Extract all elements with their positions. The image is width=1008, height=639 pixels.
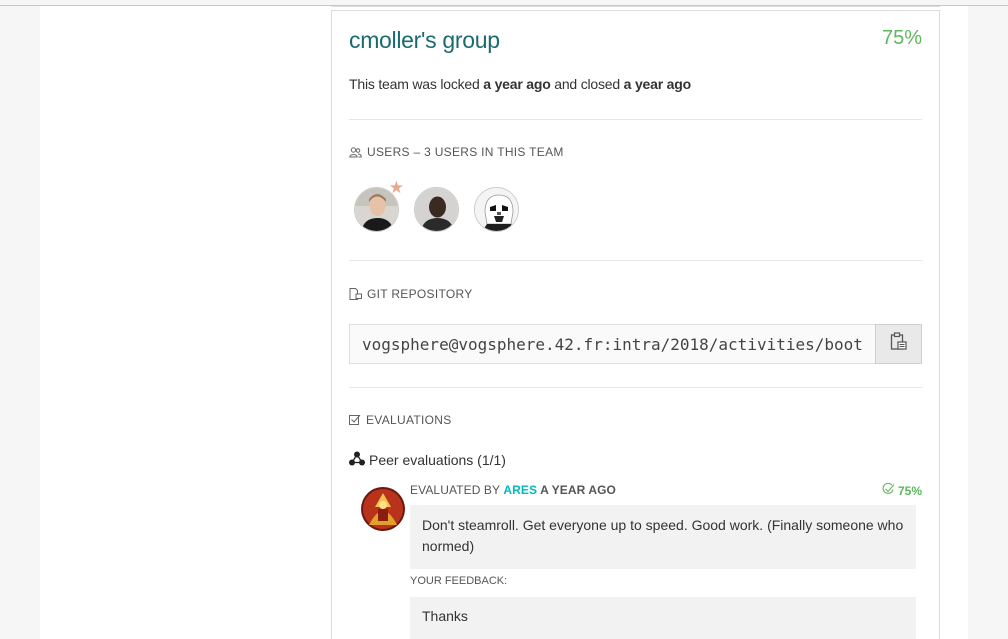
document-icon: [349, 288, 362, 300]
evaluation-meta: EVALUATED BY ARES A YEAR AGO: [410, 483, 616, 497]
card-top-border: [331, 6, 940, 7]
avatar[interactable]: [474, 187, 519, 232]
users-section-label: USERS – 3 USERS IN THIS TEAM: [349, 145, 564, 159]
team-card: cmoller's group 75% This team was locked…: [331, 10, 940, 639]
evaluator-avatar[interactable]: [361, 487, 405, 531]
avatar[interactable]: ★: [354, 179, 404, 232]
evaluator-login[interactable]: ARES: [503, 483, 537, 497]
feedback-label: YOUR FEEDBACK:: [410, 575, 508, 587]
evaluation-score-value: 75%: [897, 483, 922, 498]
team-header: cmoller's group 75%: [349, 27, 922, 57]
clipboard-icon: [890, 332, 908, 356]
locked-time: a year ago: [483, 76, 551, 92]
evaluated-by-label: EVALUATED BY: [410, 483, 504, 497]
network-icon: [349, 451, 365, 469]
users-section-title: USERS – 3 USERS IN THIS TEAM: [367, 145, 564, 159]
star-icon: ★: [388, 178, 404, 197]
team-members: ★: [354, 179, 519, 233]
repo-url-input[interactable]: [349, 324, 875, 364]
copy-repo-button[interactable]: [875, 324, 922, 364]
status-prefix: This team was locked: [349, 76, 484, 92]
feedback-text: Thanks: [410, 597, 916, 639]
divider: [349, 387, 922, 388]
evaluation-score: 75%: [882, 482, 922, 498]
evaluation-time: A YEAR AGO: [537, 483, 616, 497]
users-icon: [349, 146, 362, 158]
divider: [349, 119, 922, 120]
evaluations-section-title: EVALUATIONS: [366, 413, 452, 427]
team-status: This team was locked a year ago and clos…: [349, 76, 691, 92]
peer-evaluations-title: Peer evaluations (1/1): [349, 451, 506, 469]
peer-evaluations-label: Peer evaluations (1/1): [369, 452, 506, 468]
team-final-mark: 75%: [881, 27, 922, 49]
avatar-photo-2: [415, 188, 458, 231]
divider: [349, 260, 922, 261]
closed-time: a year ago: [623, 76, 691, 92]
team-name[interactable]: cmoller's group: [349, 27, 500, 54]
evaluations-section-label: EVALUATIONS: [349, 413, 452, 427]
team-card-content: cmoller's group 75% This team was locked…: [349, 11, 922, 639]
repo-field: [349, 324, 922, 364]
status-middle: and closed: [550, 76, 624, 92]
check-icon: [882, 482, 895, 498]
evaluation-comment: Don't steamroll. Get everyone up to spee…: [410, 505, 916, 569]
avatar-stormtrooper: [475, 188, 518, 231]
avatar[interactable]: [414, 187, 459, 232]
repo-section-title: GIT REPOSITORY: [367, 287, 473, 301]
repo-section-label: GIT REPOSITORY: [349, 287, 473, 301]
checkbox-icon: [349, 414, 361, 426]
